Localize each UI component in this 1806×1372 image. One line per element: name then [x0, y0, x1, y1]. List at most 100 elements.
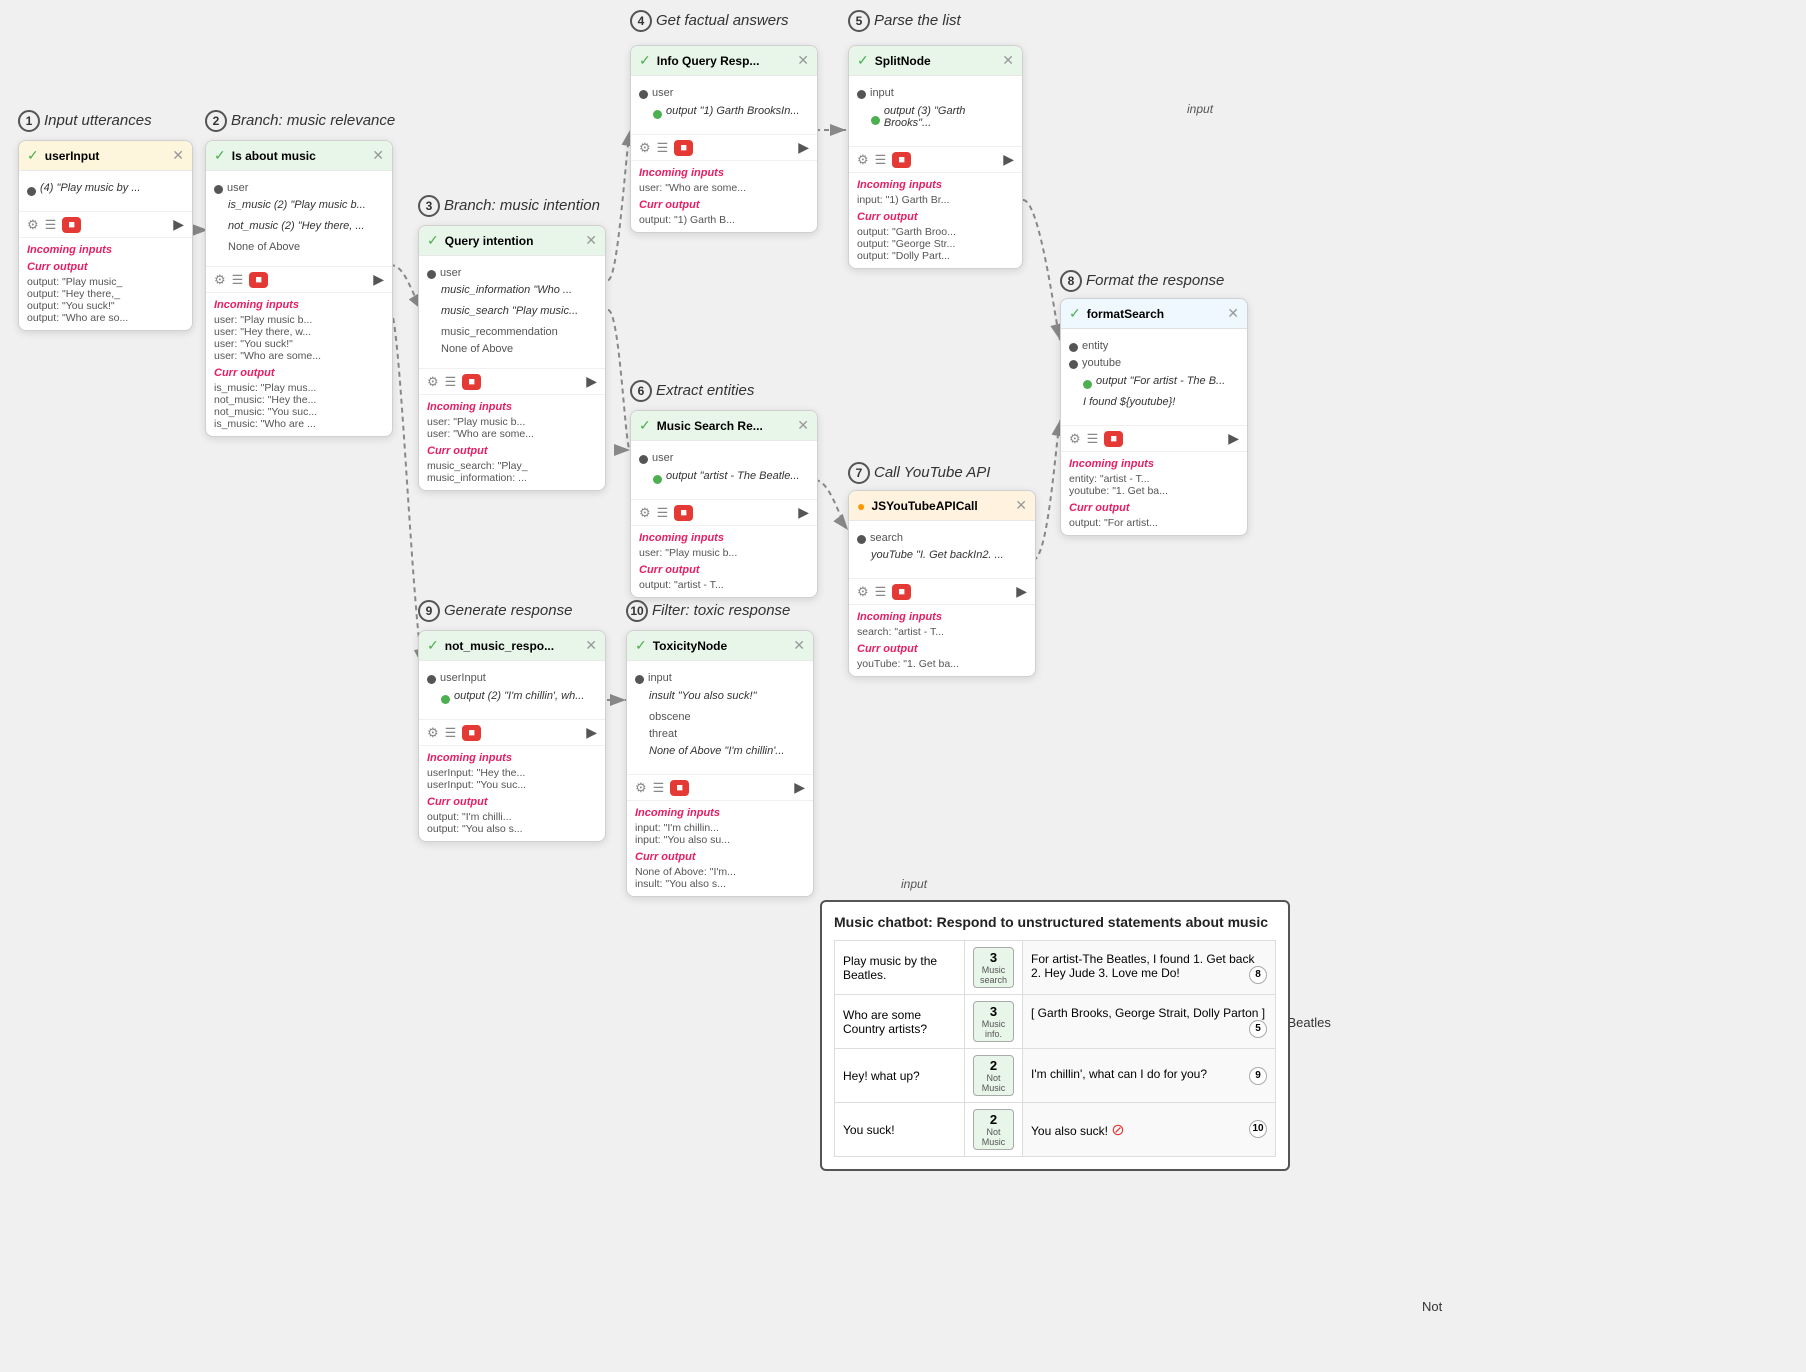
check-icon-5: ✓ [857, 52, 869, 69]
play-icon[interactable]: ▶ [173, 216, 184, 233]
list-icon-8[interactable]: ☰ [1087, 431, 1099, 447]
play-icon-8[interactable]: ▶ [1228, 430, 1239, 447]
play-icon-9[interactable]: ▶ [586, 724, 597, 741]
chat-badge-2: 3 Musicinfo. [965, 995, 1023, 1049]
list-icon-7[interactable]: ☰ [875, 584, 887, 600]
play-icon-2[interactable]: ▶ [373, 271, 384, 288]
is-music-value: is_music (2) "Play music b... [228, 199, 366, 211]
list-icon[interactable]: ☰ [45, 217, 57, 233]
incoming-text-2: output: "Hey there,_ [27, 288, 184, 300]
node-fs-header: ✓ formatSearch ✕ [1061, 299, 1247, 329]
fs-footer: ⚙ ☰ ■ ▶ [1061, 425, 1247, 451]
badge-num-1: 3 [980, 950, 1007, 965]
step1-num: 1 [18, 110, 40, 132]
list-icon-9[interactable]: ☰ [445, 725, 457, 741]
check-icon-3: ✓ [427, 232, 439, 249]
step2-num: 2 [205, 110, 227, 132]
close-icon-2[interactable]: ✕ [372, 147, 384, 164]
list-icon-10[interactable]: ☰ [653, 780, 665, 796]
list-icon-3[interactable]: ☰ [445, 374, 457, 390]
input-label-mid: input [901, 877, 927, 891]
red-btn-4[interactable]: ■ [674, 140, 693, 156]
play-icon-6[interactable]: ▶ [798, 504, 809, 521]
chatbot-panel: Music chatbot: Respond to unstructured s… [820, 900, 1290, 1171]
step-badge-2: 5 [1249, 1020, 1267, 1038]
step5-label: 5Parse the list [848, 10, 961, 32]
node-msr-header: ✓ Music Search Re... ✕ [631, 411, 817, 441]
close-icon-7[interactable]: ✕ [1015, 497, 1027, 514]
none-above: None of Above [228, 241, 300, 253]
play-icon-7[interactable]: ▶ [1016, 583, 1027, 600]
play-icon-10[interactable]: ▶ [794, 779, 805, 796]
tx-incoming: Incoming inputs input: "I'm chillin... i… [627, 800, 813, 896]
settings-icon-7[interactable]: ⚙ [857, 584, 869, 600]
red-btn-3[interactable]: ■ [462, 374, 481, 390]
play-icon-5[interactable]: ▶ [1003, 151, 1014, 168]
close-icon-4[interactable]: ✕ [797, 52, 809, 69]
close-icon-9[interactable]: ✕ [585, 637, 597, 654]
list-icon-6[interactable]: ☰ [657, 505, 669, 521]
settings-icon-10[interactable]: ⚙ [635, 780, 647, 796]
settings-icon-5[interactable]: ⚙ [857, 152, 869, 168]
play-icon-4[interactable]: ▶ [798, 139, 809, 156]
step10-label: 10Filter: toxic response [626, 600, 790, 622]
red-btn-2[interactable]: ■ [249, 272, 268, 288]
close-icon-3[interactable]: ✕ [585, 232, 597, 249]
step-badge-1: 8 [1249, 966, 1267, 984]
badge-type-1: Musicsearch [980, 965, 1007, 985]
close-icon[interactable]: ✕ [172, 147, 184, 164]
list-icon-5[interactable]: ☰ [875, 152, 887, 168]
list-icon-4[interactable]: ☰ [657, 140, 669, 156]
not-music-value: not_music (2) "Hey there, ... [228, 220, 365, 232]
settings-icon-9[interactable]: ⚙ [427, 725, 439, 741]
close-icon-5[interactable]: ✕ [1002, 52, 1014, 69]
settings-icon-2[interactable]: ⚙ [214, 272, 226, 288]
red-btn-8[interactable]: ■ [1104, 431, 1123, 447]
close-icon-6[interactable]: ✕ [797, 417, 809, 434]
badge-2: 3 Musicinfo. [973, 1001, 1014, 1042]
badge-1: 3 Musicsearch [973, 947, 1014, 988]
chat-badge-1: 3 Musicsearch [965, 941, 1023, 995]
check-icon-4: ✓ [639, 52, 651, 69]
incoming-text-3: output: "You suck!" [27, 300, 184, 312]
settings-icon-6[interactable]: ⚙ [639, 505, 651, 521]
incoming-section: Incoming inputs Curr output output: "Pla… [19, 237, 192, 330]
settings-icon-4[interactable]: ⚙ [639, 140, 651, 156]
node-split: ✓ SplitNode ✕ input output (3) "Garth Br… [848, 45, 1023, 269]
chat-input-1: Play music by the Beatles. [835, 941, 965, 995]
check-icon-10: ✓ [635, 637, 647, 654]
play-icon-3[interactable]: ▶ [586, 373, 597, 390]
node-yt-body: search youTube "I. Get backIn2. ... [849, 521, 1035, 578]
red-btn-9[interactable]: ■ [462, 725, 481, 741]
settings-icon-8[interactable]: ⚙ [1069, 431, 1081, 447]
close-icon-10[interactable]: ✕ [793, 637, 805, 654]
step2-label: 2Branch: music relevance [205, 110, 395, 132]
red-btn-7[interactable]: ■ [892, 584, 911, 600]
close-icon-8[interactable]: ✕ [1227, 305, 1239, 322]
red-action-btn[interactable]: ■ [62, 217, 81, 233]
is-about-music-incoming: Incoming inputs user: "Play music b... u… [206, 292, 392, 436]
msr-footer: ⚙ ☰ ■ ▶ [631, 499, 817, 525]
settings-icon-3[interactable]: ⚙ [427, 374, 439, 390]
node-is-about-music-title: Is about music [232, 149, 367, 163]
chat-row-2: Who are some Country artists? 3 Musicinf… [835, 995, 1276, 1049]
red-btn-10[interactable]: ■ [670, 780, 689, 796]
node-iqr-title: Info Query Resp... [657, 54, 792, 68]
chat-badge-4: 2 NotMusic [965, 1103, 1023, 1157]
node-user-input: ✓ userInput ✕ (4) "Play music by ... ⚙ ☰… [18, 140, 193, 331]
red-btn-5[interactable]: ■ [892, 152, 911, 168]
check-icon-8: ✓ [1069, 305, 1081, 322]
iqr-footer: ⚙ ☰ ■ ▶ [631, 134, 817, 160]
node-iqr-header: ✓ Info Query Resp... ✕ [631, 46, 817, 76]
settings-icon[interactable]: ⚙ [27, 217, 39, 233]
red-btn-6[interactable]: ■ [674, 505, 693, 521]
split-output-dot [871, 116, 880, 125]
check-icon: ✓ [27, 147, 39, 164]
list-icon-2[interactable]: ☰ [232, 272, 244, 288]
chat-input-4: You suck! [835, 1103, 965, 1157]
chat-output-1: For artist-The Beatles, I found 1. Get b… [1023, 941, 1276, 995]
split-footer: ⚙ ☰ ■ ▶ [849, 146, 1022, 172]
badge-3: 2 NotMusic [973, 1055, 1014, 1096]
node-split-body: input output (3) "Garth Brooks"... [849, 76, 1022, 146]
yt-footer: ⚙ ☰ ■ ▶ [849, 578, 1035, 604]
